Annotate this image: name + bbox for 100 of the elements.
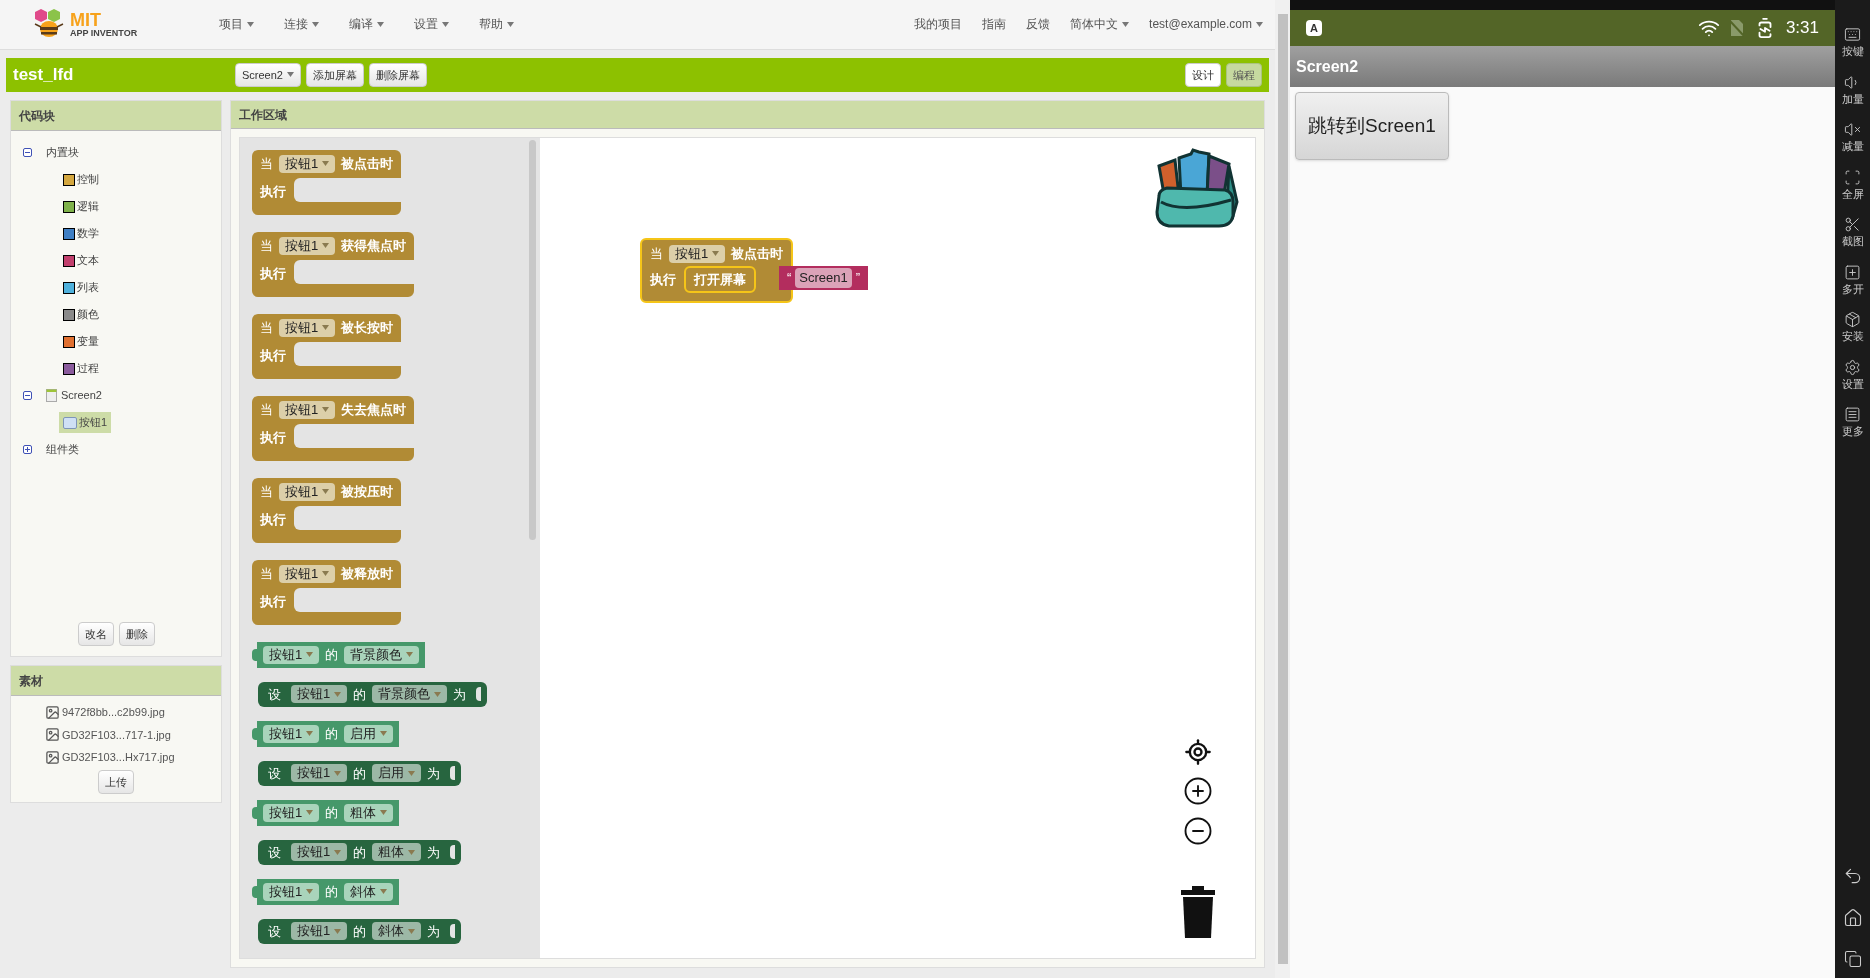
zoom-in-icon[interactable] [1183, 776, 1213, 806]
view-toggle[interactable]: 设计 [1185, 62, 1221, 88]
event-block[interactable]: 当 按钮1 被释放时 执行 [252, 560, 402, 625]
emulator-tool[interactable]: 按键 [1841, 26, 1864, 60]
dropdown-chip[interactable]: 启用 [344, 724, 394, 743]
account-menu[interactable]: test@example.com [1149, 15, 1263, 34]
dropdown-chip[interactable]: 背景颜色 [372, 685, 448, 704]
block-label: 的 [325, 804, 339, 822]
setter-block[interactable]: 设 按钮1 的 粗体 为 [258, 839, 462, 865]
language-menu[interactable]: 简体中文 [1070, 15, 1130, 34]
tree-item[interactable]: 文本 [59, 250, 103, 271]
tree-item[interactable]: 按钮1 [59, 412, 112, 433]
media-file[interactable]: GD32F103...Hx717.jpg [62, 749, 175, 766]
screen-dropdown[interactable]: Screen2 [235, 62, 301, 88]
dropdown-chip[interactable]: 按钮1 [279, 154, 336, 173]
tree-item[interactable]: 变量 [59, 331, 103, 352]
block-label: 为 [427, 764, 441, 783]
tree-item[interactable]: 控制 [59, 169, 103, 190]
dropdown-chip[interactable]: 按钮1 [263, 724, 320, 743]
toolbar-button[interactable]: 删除屏幕 [369, 62, 427, 88]
expand-icon[interactable] [23, 445, 32, 454]
emulator-tool[interactable]: 加量 [1841, 73, 1864, 107]
nav-link[interactable]: 我的项目 [914, 15, 963, 34]
emulator-tool[interactable]: 全屏 [1841, 168, 1864, 202]
emulator-tool[interactable]: 安装 [1841, 311, 1864, 345]
block-label: 被长按时 [341, 319, 394, 337]
tree-item[interactable]: 颜色 [59, 304, 103, 325]
page-scrollbar[interactable] [1275, 0, 1290, 978]
view-toggle[interactable]: 编程 [1226, 62, 1262, 88]
event-block[interactable]: 当 按钮1 被长按时 执行 [252, 314, 402, 379]
image-file-icon [45, 727, 60, 743]
tree-item[interactable]: 逻辑 [59, 196, 103, 217]
menu-item[interactable]: 帮助 [479, 15, 515, 34]
dropdown-chip[interactable]: 按钮1 [669, 244, 726, 263]
tree-item[interactable]: 数学 [59, 223, 103, 244]
recent-apps-icon[interactable] [1843, 950, 1862, 968]
tool-icon [1844, 168, 1861, 186]
setter-block[interactable]: 设 按钮1 的 启用 为 [258, 760, 462, 786]
nav-link[interactable]: 反馈 [1026, 15, 1051, 34]
toolbar-button[interactable]: 添加屏幕 [306, 62, 364, 88]
event-block[interactable]: 当 按钮1 失去焦点时 执行 [252, 396, 415, 461]
dropdown-chip[interactable]: 按钮1 [291, 843, 348, 862]
dropdown-chip[interactable]: 背景颜色 [344, 645, 420, 664]
event-block[interactable]: 当 按钮1 被点击时 执行 [252, 150, 402, 215]
scrollbar-thumb[interactable] [529, 140, 536, 540]
home-icon[interactable] [1842, 908, 1863, 928]
dropdown-chip[interactable]: 按钮1 [279, 482, 336, 501]
nav-link[interactable]: 指南 [982, 15, 1007, 34]
dropdown-chip[interactable]: 按钮1 [279, 564, 336, 583]
emulator-tool[interactable]: 减量 [1841, 121, 1864, 155]
menu-item[interactable]: 编译 [349, 15, 385, 34]
zoom-out-icon[interactable] [1183, 816, 1213, 846]
caret-icon [334, 928, 342, 934]
menu-item[interactable]: 设置 [414, 15, 450, 34]
menu-item[interactable]: 项目 [219, 15, 255, 34]
app-button[interactable]: 跳转到Screen1 [1295, 92, 1449, 160]
block-label: 的 [353, 764, 367, 783]
dropdown-chip[interactable]: 按钮1 [279, 400, 336, 419]
caret-icon [322, 325, 330, 331]
upload-button[interactable]: 上传 [98, 769, 134, 794]
tree-item[interactable]: 列表 [59, 277, 103, 298]
emulator-tool[interactable]: 多开 [1841, 263, 1864, 297]
dropdown-chip[interactable]: 按钮1 [263, 882, 320, 901]
text-block[interactable]: “ Screen1 ” [779, 266, 869, 290]
dropdown-chip[interactable]: 按钮1 [279, 318, 336, 337]
text-value[interactable]: Screen1 [795, 268, 852, 288]
collapse-icon[interactable] [23, 391, 32, 400]
setter-block[interactable]: 设 按钮1 的 斜体 为 [258, 918, 462, 944]
tool-icon [1844, 121, 1861, 138]
tree-item[interactable]: 组件类 [42, 439, 83, 460]
dropdown-chip[interactable]: 粗体 [344, 803, 394, 822]
collapse-icon[interactable] [23, 148, 32, 157]
dropdown-chip[interactable]: 斜体 [344, 882, 394, 901]
dropdown-chip[interactable]: 按钮1 [291, 764, 348, 783]
dropdown-chip[interactable]: 斜体 [372, 922, 422, 941]
tool-icon [1844, 358, 1861, 376]
emulator-tool[interactable]: 截图 [1841, 216, 1864, 250]
setter-block[interactable]: 设 按钮1 的 背景颜色 为 [258, 681, 488, 707]
panel-button[interactable]: 改名 [77, 621, 114, 646]
dropdown-chip[interactable]: 按钮1 [291, 685, 348, 704]
media-file[interactable]: 9472f8bb...c2b99.jpg [62, 704, 165, 721]
emulator-tool[interactable]: 更多 [1841, 406, 1864, 440]
dropdown-chip[interactable]: 按钮1 [291, 922, 348, 941]
tree-item[interactable]: 内置块 [42, 142, 83, 163]
event-block[interactable]: 当 按钮1 被按压时 执行 [252, 478, 402, 543]
emulator-tool[interactable]: 设置 [1841, 358, 1864, 392]
media-file[interactable]: GD32F103...717-1.jpg [62, 726, 171, 743]
dropdown-chip[interactable]: 按钮1 [279, 236, 336, 255]
dropdown-chip[interactable]: 启用 [372, 764, 422, 783]
dropdown-chip[interactable]: 按钮1 [263, 645, 320, 664]
backpack-icon[interactable] [1153, 146, 1241, 230]
menu-item[interactable]: 连接 [284, 15, 320, 34]
panel-button[interactable]: 删除 [118, 621, 155, 646]
recenter-icon[interactable] [1184, 738, 1212, 766]
dropdown-chip[interactable]: 粗体 [372, 843, 422, 862]
event-block[interactable]: 当 按钮1 获得焦点时 执行 [252, 232, 415, 297]
trash-icon[interactable] [1181, 886, 1215, 938]
dropdown-chip[interactable]: 按钮1 [263, 803, 320, 822]
tree-item[interactable]: Screen2 [42, 385, 106, 406]
tree-item[interactable]: 过程 [59, 358, 103, 379]
